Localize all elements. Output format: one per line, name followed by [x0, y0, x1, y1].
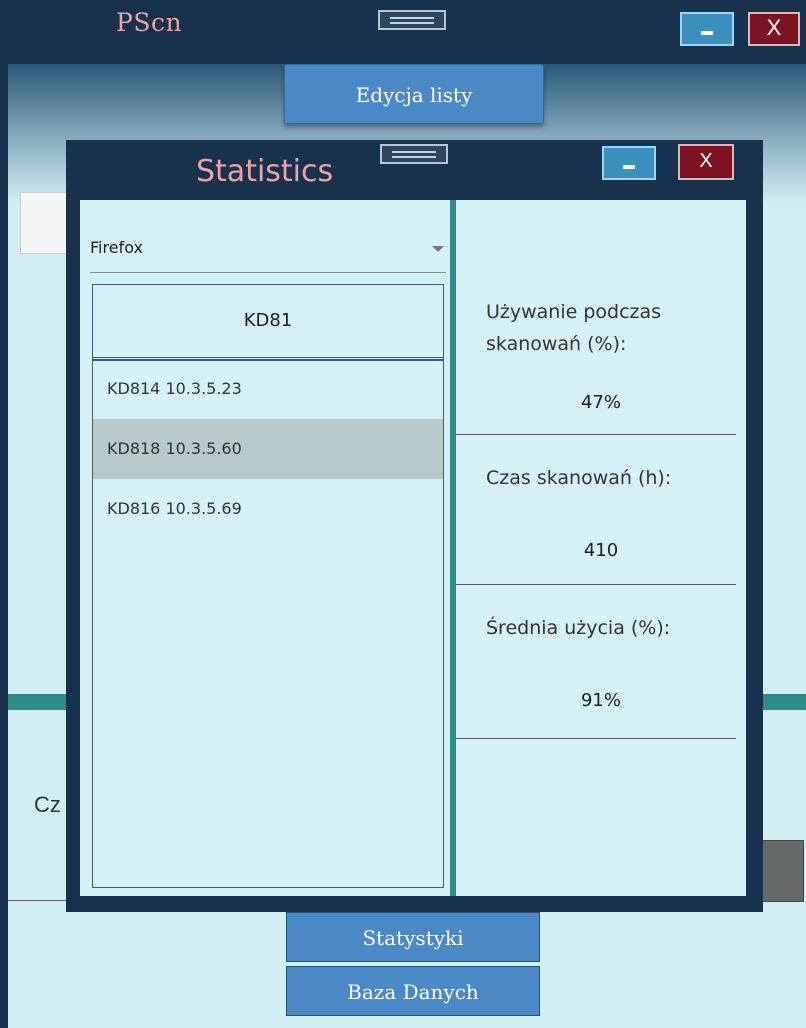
database-button[interactable]: Baza Danych	[286, 966, 540, 1016]
scan-time-label: Czas skanowań (h):	[486, 467, 672, 489]
browser-select-value: Firefox	[90, 238, 143, 257]
main-partial-label: Cz	[34, 792, 61, 817]
host-panel: Firefox KD81 KD814 10.3.5.23 KD818 10.3.…	[80, 200, 450, 896]
minimize-icon	[623, 164, 635, 169]
average-usage-label: Średnia użycia (%):	[486, 617, 671, 639]
main-divider-left	[8, 694, 68, 710]
usage-label: Używanie podczas skanowań (%):	[486, 301, 662, 355]
scan-time-value: 410	[583, 540, 619, 561]
average-usage-value: 91%	[580, 690, 621, 711]
main-divider-right	[762, 694, 806, 710]
main-side-button[interactable]	[762, 840, 804, 902]
minimize-icon	[701, 30, 713, 35]
close-button[interactable]: X	[748, 12, 800, 46]
drag-grip-icon[interactable]	[380, 144, 448, 164]
host-list[interactable]: KD81 KD814 10.3.5.23 KD818 10.3.5.60 KD8…	[92, 284, 444, 888]
drag-grip-icon[interactable]	[378, 10, 446, 30]
close-button[interactable]: X	[678, 144, 734, 180]
main-input-field[interactable]	[20, 192, 70, 254]
main-frame-top	[0, 48, 806, 64]
statistics-body: Firefox KD81 KD814 10.3.5.23 KD818 10.3.…	[80, 200, 746, 896]
usage-value: 47%	[580, 392, 621, 413]
main-input-underline	[8, 900, 68, 901]
stats-panel: Używanie podczas skanowań (%): 47% Czas …	[456, 200, 746, 896]
stats-separator	[456, 434, 736, 435]
main-window-title: PScn	[116, 8, 183, 37]
main-frame-left	[0, 48, 8, 1028]
list-item[interactable]: KD814 10.3.5.23	[93, 359, 443, 419]
host-list-header[interactable]: KD81	[92, 284, 444, 358]
list-item[interactable]: KD816 10.3.5.69	[93, 479, 443, 539]
dropdown-arrow-icon	[432, 246, 444, 252]
minimize-button[interactable]	[680, 12, 734, 46]
minimize-button[interactable]	[602, 146, 656, 180]
browser-select[interactable]: Firefox	[90, 230, 446, 273]
statistics-window-title: Statistics	[196, 154, 334, 189]
stats-separator	[456, 738, 736, 739]
statistics-window: Statistics X Firefox KD81 KD814 10.3.5.2…	[66, 140, 763, 912]
main-titlebar[interactable]: PScn X	[0, 0, 806, 48]
stats-separator	[456, 584, 736, 585]
list-item-selected[interactable]: KD818 10.3.5.60	[93, 419, 443, 479]
edit-list-button[interactable]: Edycja listy	[284, 64, 544, 124]
statistics-button[interactable]: Statystyki	[286, 912, 540, 962]
